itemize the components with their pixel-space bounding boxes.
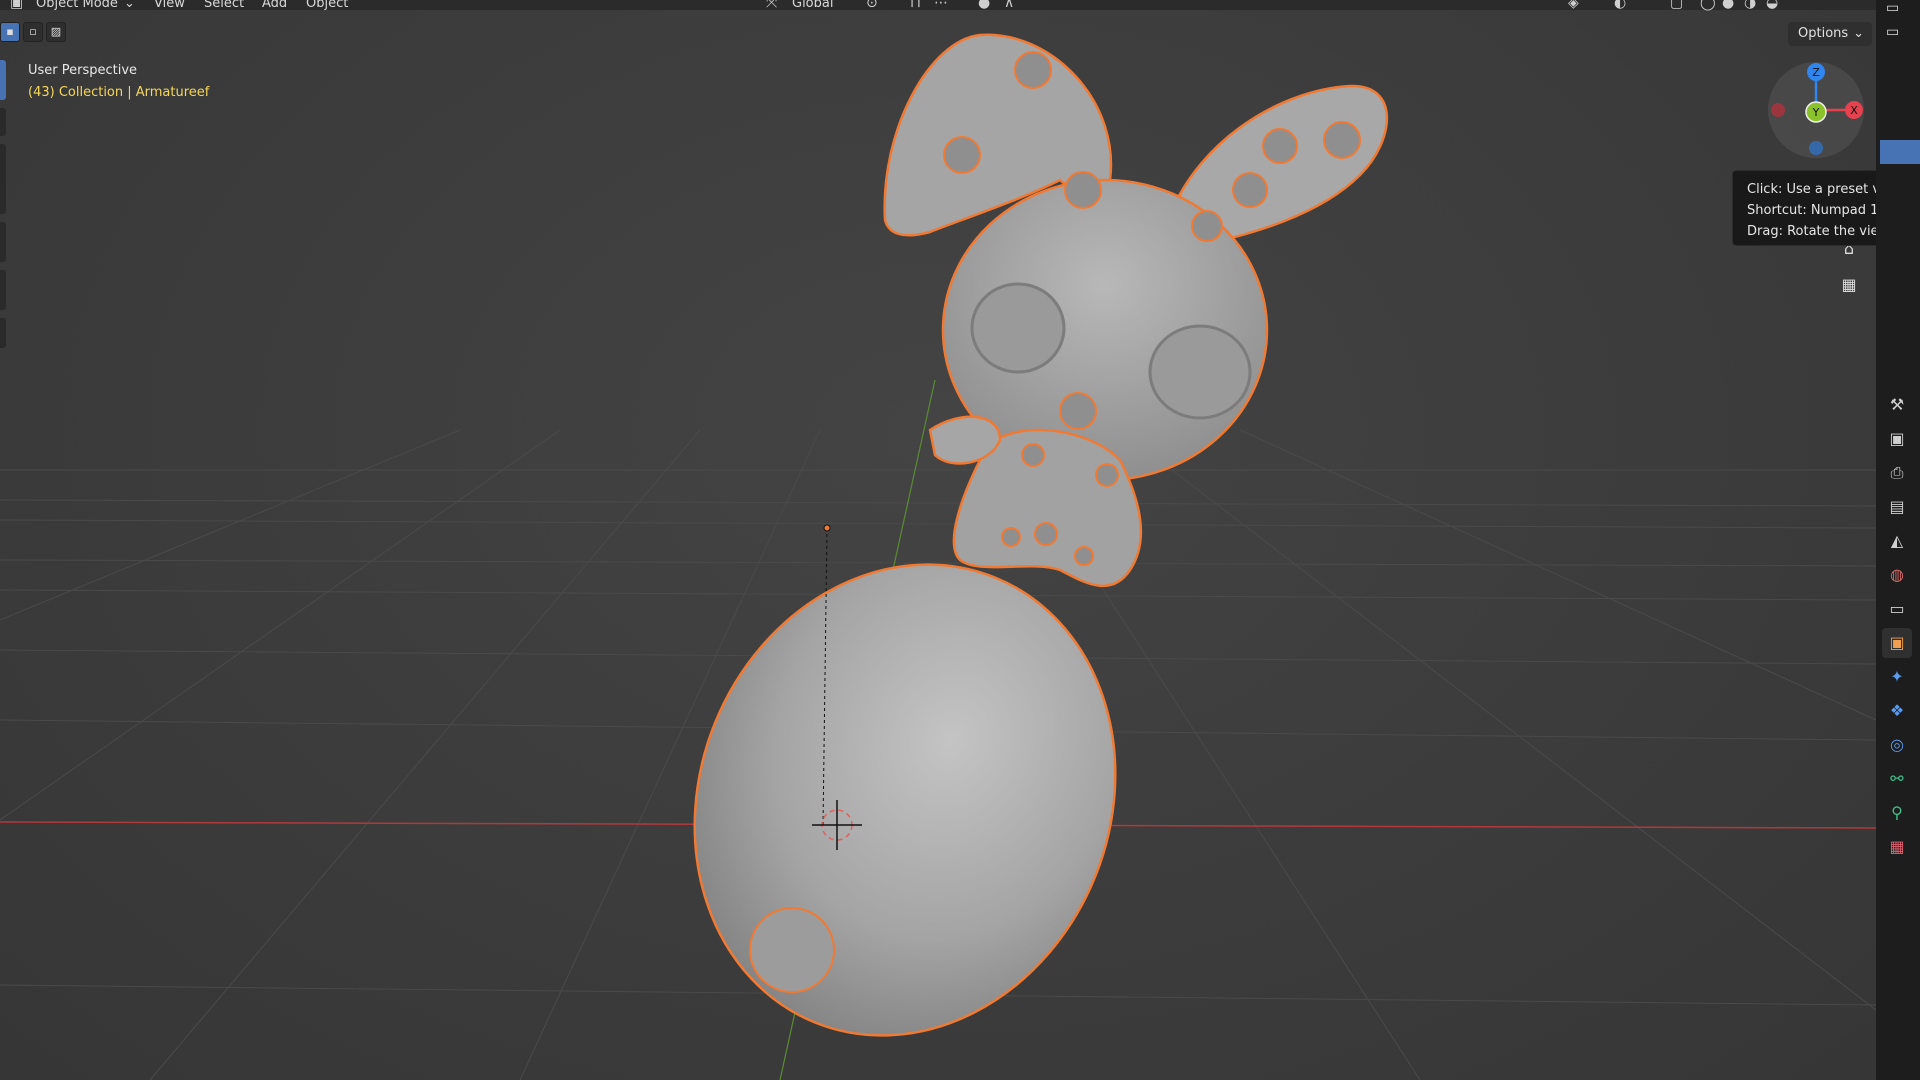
object-mode-icon: ▣ xyxy=(10,0,24,11)
menu-select[interactable]: Select xyxy=(204,0,244,11)
xray-toggle-icon[interactable]: ▢ xyxy=(1670,0,1683,11)
collection-icon[interactable]: ▭ xyxy=(1882,594,1912,624)
mode-dropdown[interactable]: Object Mode xyxy=(36,0,118,11)
output-icon[interactable]: ⎙ xyxy=(1882,458,1912,488)
outliner-filter-icon[interactable]: ▭ xyxy=(1886,24,1899,40)
navigation-gizmo[interactable]: Z X Y xyxy=(1766,60,1866,160)
outliner-selected-row[interactable] xyxy=(1880,140,1920,164)
options-dropdown[interactable]: Options ⌄ xyxy=(1788,22,1872,46)
proportional-editing-icon[interactable]: ● xyxy=(978,0,990,11)
object-icon[interactable]: ▣ xyxy=(1882,628,1912,658)
tool-annotate[interactable] xyxy=(0,222,6,262)
menu-add[interactable]: Add xyxy=(262,0,287,11)
scene-icon[interactable]: ◭ xyxy=(1882,526,1912,556)
select-subtract-button[interactable]: ▨ xyxy=(46,22,66,42)
tooltip: Click: Use a preset viewpoint Shortcut: … xyxy=(1732,170,1876,246)
texture-icon[interactable]: ▦ xyxy=(1882,832,1912,862)
gizmo-x-label: X xyxy=(1850,104,1858,117)
grid-ortho-icon[interactable]: ▦ xyxy=(1836,272,1862,298)
chevron-down-icon: ⌄ xyxy=(1853,26,1864,41)
tool-shelf xyxy=(0,60,8,356)
select-extend-button[interactable]: ▫ xyxy=(23,22,43,42)
chevron-down-icon: ⌄ xyxy=(124,0,135,11)
modifier-icon[interactable]: ✦ xyxy=(1882,662,1912,692)
3d-viewport[interactable]: ▣ Object Mode ⌄ View Select Add Object ⤧… xyxy=(0,0,1876,1080)
collection-object-label: (43) Collection | Armatureef xyxy=(28,85,210,100)
selection-mode-buttons: ▪ ▫ ▨ xyxy=(0,22,66,42)
menu-view[interactable]: View xyxy=(154,0,185,11)
neg-x-handle xyxy=(1771,103,1785,117)
shading-material-icon[interactable]: ◑ xyxy=(1744,0,1756,11)
physics-icon[interactable]: ◎ xyxy=(1882,730,1912,760)
neg-z-handle xyxy=(1809,141,1823,155)
select-new-button[interactable]: ▪ xyxy=(0,22,20,42)
particles-icon[interactable]: ❖ xyxy=(1882,696,1912,726)
snap-increment-icon[interactable]: ⋯ xyxy=(934,0,948,11)
view-navigation-buttons: ⌂ ▦ xyxy=(1836,236,1862,308)
shading-rendered-icon[interactable]: ◒ xyxy=(1766,0,1778,11)
gizmo-toggle-icon[interactable]: ◈ xyxy=(1568,0,1579,11)
view-layer-icon[interactable]: ▤ xyxy=(1882,492,1912,522)
tooltip-line-3: Drag: Rotate the view xyxy=(1747,224,1876,239)
gizmo-y-label: Y xyxy=(1812,106,1820,119)
outliner-toggle-icon[interactable]: ▭ xyxy=(1886,0,1899,16)
tooltip-line-1: Click: Use a preset viewpoint xyxy=(1747,182,1876,197)
data-icon[interactable]: ⚲ xyxy=(1882,798,1912,828)
tooltip-line-2: Shortcut: Numpad 1 xyxy=(1747,203,1876,218)
shading-wireframe-icon[interactable]: ◯ xyxy=(1700,0,1716,11)
tool-transform-group[interactable] xyxy=(0,144,6,214)
tool-select-box[interactable] xyxy=(0,60,6,100)
constraints-icon[interactable]: ⚯ xyxy=(1882,764,1912,794)
shading-solid-icon[interactable]: ● xyxy=(1722,0,1734,11)
tool-cursor[interactable] xyxy=(0,108,6,136)
tool-add[interactable] xyxy=(0,318,6,348)
menu-object[interactable]: Object xyxy=(306,0,348,11)
tool-measure[interactable] xyxy=(0,270,6,310)
tool-icon[interactable]: ⚒ xyxy=(1882,390,1912,420)
view-name-label: User Perspective xyxy=(28,63,138,78)
options-label: Options xyxy=(1798,26,1849,41)
selected-object-mesh xyxy=(693,33,1389,1037)
viewport-info-overlay: User Perspective (43) Collection | Armat… xyxy=(28,60,209,104)
transform-orientation-dropdown[interactable]: Global xyxy=(792,0,833,11)
viewport-grid xyxy=(0,33,1876,1080)
viewport-header: ▣ Object Mode ⌄ View Select Add Object ⤧… xyxy=(0,0,1876,11)
gizmo-z-label: Z xyxy=(1812,66,1820,79)
pivot-point-icon[interactable]: ⊙ xyxy=(866,0,878,11)
snap-icon[interactable]: ⊓ xyxy=(910,0,921,11)
properties-tabs: ⚒ ▣ ⎙ ▤ ◭ ◍ ▭ ▣ ✦ ❖ ◎ ⚯ ⚲ ▦ xyxy=(1882,390,1916,866)
world-icon[interactable]: ◍ xyxy=(1882,560,1912,590)
overlay-toggle-icon[interactable]: ◐ xyxy=(1614,0,1626,11)
render-icon[interactable]: ▣ xyxy=(1882,424,1912,454)
transform-orientation-icon: ⤧ xyxy=(766,0,778,11)
falloff-icon[interactable]: ∧ xyxy=(1004,0,1014,11)
